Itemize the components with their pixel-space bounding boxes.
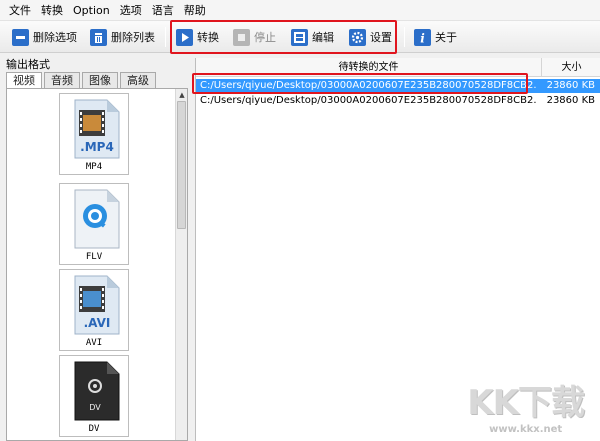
- gear-icon: [349, 28, 366, 46]
- settings-button[interactable]: 设置: [349, 26, 392, 48]
- info-icon: i: [414, 28, 431, 46]
- stop-label: 停止: [254, 31, 276, 44]
- output-format-title: 输出格式: [6, 58, 50, 71]
- film-edit-icon: [291, 28, 308, 46]
- menu-file[interactable]: 文件: [4, 0, 36, 21]
- scroll-up-arrow-icon[interactable]: ▲: [177, 90, 187, 100]
- tab-video[interactable]: 视频: [6, 72, 42, 89]
- mp4-icon-text: .MP4: [80, 140, 114, 154]
- tab-advanced[interactable]: 高级: [120, 72, 156, 88]
- format-tabs: 视频 音频 图像 高级: [6, 72, 158, 89]
- toolbar-separator: [404, 27, 405, 47]
- trash-icon: [90, 28, 107, 46]
- svg-text:i: i: [420, 31, 425, 45]
- mp4-file-icon: .MP4: [69, 98, 121, 160]
- file-path: C:/Users/qiyue/Desktop/03000A0200607E235…: [200, 80, 536, 91]
- menu-option[interactable]: Option: [68, 0, 115, 21]
- format-item-avi[interactable]: .AVI AVI: [59, 269, 129, 351]
- settings-label: 设置: [370, 31, 392, 44]
- table-row[interactable]: C:/Users/qiyue/Desktop/03000A0200607E235…: [196, 94, 600, 108]
- format-label: FLV: [85, 252, 103, 262]
- delete-list-label: 删除列表: [111, 31, 155, 44]
- table-row[interactable]: C:/Users/qiyue/Desktop/03000A0200607E235…: [196, 79, 600, 93]
- minus-icon: [12, 28, 29, 46]
- tab-audio[interactable]: 音频: [44, 72, 80, 88]
- watermark-logo: KK下载: [467, 383, 585, 423]
- menu-bar: 文件 转换 Option 选项 语言 帮助: [0, 0, 600, 21]
- format-item-dv[interactable]: DV DV: [59, 355, 129, 437]
- edit-label: 编辑: [312, 31, 334, 44]
- watermark: KK下载 www.kkx.net: [467, 375, 585, 435]
- play-icon: [176, 28, 193, 46]
- about-label: 关于: [435, 31, 457, 44]
- format-list-scrollbar[interactable]: ▲: [175, 89, 187, 440]
- format-list-panel: .MP4 MP4 FLV .AVI AVI DV DV ▲: [6, 88, 188, 441]
- format-label: MP4: [85, 162, 103, 172]
- edit-button[interactable]: 编辑: [291, 26, 334, 48]
- flv-file-icon: [69, 188, 121, 250]
- menu-options[interactable]: 选项: [115, 0, 147, 21]
- format-item-flv[interactable]: FLV: [59, 183, 129, 265]
- column-header-file[interactable]: 待转换的文件: [196, 58, 542, 77]
- format-label: DV: [88, 424, 100, 434]
- avi-icon-text: .AVI: [84, 316, 111, 330]
- menu-help[interactable]: 帮助: [179, 0, 211, 21]
- toolbar: 删除选项 删除列表 转换 停止 编辑 设置 i 关于: [0, 21, 600, 53]
- watermark-url: www.kkx.net: [489, 424, 563, 435]
- menu-language[interactable]: 语言: [147, 0, 179, 21]
- tab-image[interactable]: 图像: [82, 72, 118, 88]
- toolbar-separator: [165, 27, 166, 47]
- dv-file-icon: DV: [69, 360, 121, 422]
- delete-list-button[interactable]: 删除列表: [90, 26, 155, 48]
- file-size: 23860 KB: [546, 95, 595, 106]
- avi-file-icon: .AVI: [69, 274, 121, 336]
- dv-icon-text: DV: [89, 403, 101, 412]
- stop-icon: [233, 28, 250, 46]
- delete-item-label: 删除选项: [33, 31, 77, 44]
- delete-item-button[interactable]: 删除选项: [12, 26, 77, 48]
- file-size: 23860 KB: [546, 80, 595, 91]
- convert-label: 转换: [197, 31, 219, 44]
- file-path: C:/Users/qiyue/Desktop/03000A0200607E235…: [200, 95, 536, 106]
- stop-button[interactable]: 停止: [233, 26, 276, 48]
- menu-convert[interactable]: 转换: [36, 0, 68, 21]
- format-item-mp4[interactable]: .MP4 MP4: [59, 93, 129, 175]
- about-button[interactable]: i 关于: [414, 26, 457, 48]
- scrollbar-thumb[interactable]: [177, 101, 186, 229]
- convert-button[interactable]: 转换: [176, 26, 219, 48]
- format-label: AVI: [85, 338, 103, 348]
- column-header-size[interactable]: 大小: [542, 58, 600, 77]
- file-list-header: 待转换的文件 大小: [196, 58, 600, 77]
